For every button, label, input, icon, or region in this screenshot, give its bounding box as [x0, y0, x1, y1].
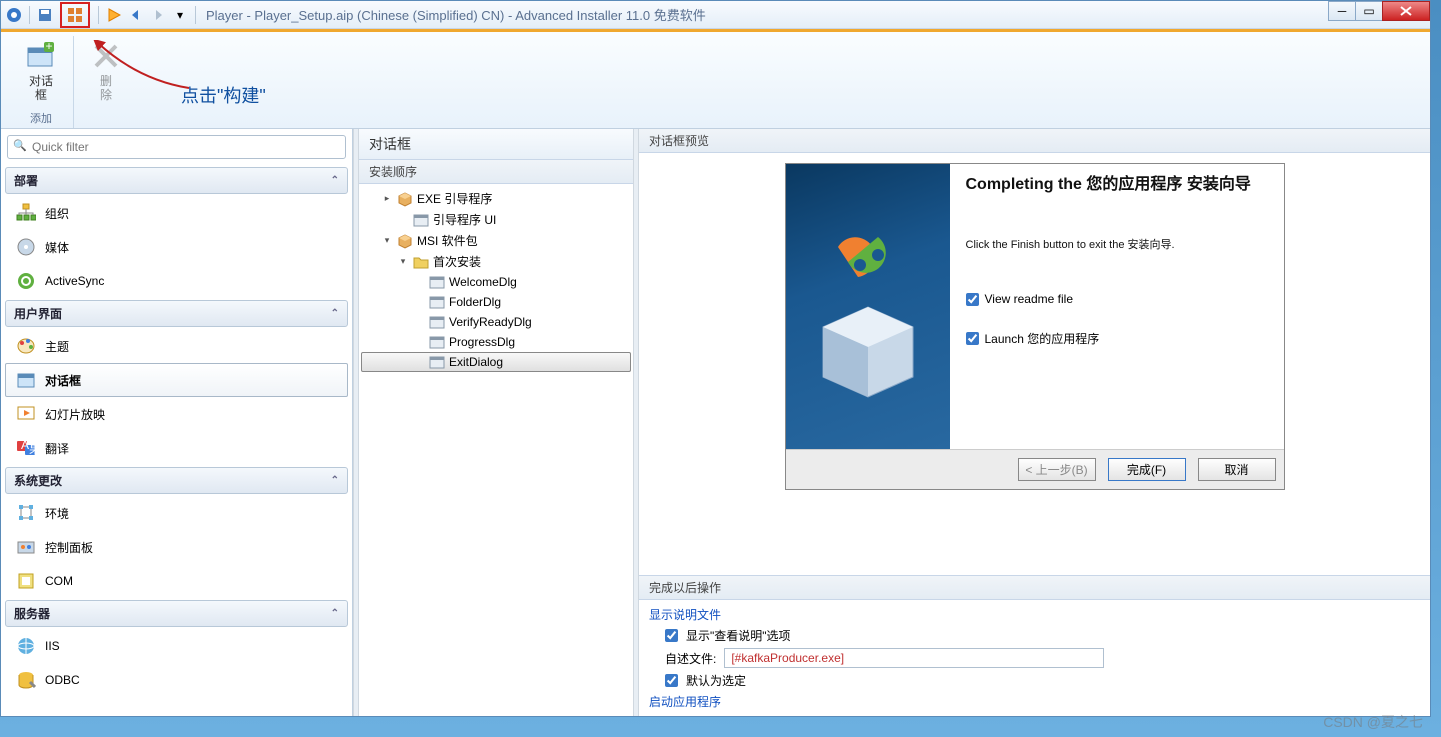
- run-icon[interactable]: [105, 6, 123, 24]
- tree-item[interactable]: FolderDlg: [361, 292, 631, 312]
- category-header[interactable]: 用户界面⌃: [5, 300, 348, 327]
- sync-icon: [15, 270, 37, 292]
- svg-text:果: 果: [29, 442, 36, 456]
- cpl-icon: [15, 536, 37, 558]
- translate-icon: A果: [15, 437, 37, 459]
- readme-file-field[interactable]: [#kafkaProducer.exe]: [724, 648, 1104, 668]
- window-title: Player - Player_Setup.aip (Chinese (Simp…: [206, 5, 706, 24]
- dlg-icon: [429, 294, 445, 310]
- ribbon-group-add: 添加: [30, 110, 52, 128]
- default-selected-label: 默认为选定: [686, 672, 746, 689]
- readme-file-label: 自述文件:: [665, 650, 716, 667]
- box-icon: [397, 191, 413, 207]
- tree-item[interactable]: 引导程序 UI: [361, 209, 631, 230]
- delete-button[interactable]: 删 除: [82, 36, 130, 106]
- tree-item[interactable]: VerifyReadyDlg: [361, 312, 631, 332]
- nav-item-com[interactable]: COM: [5, 564, 348, 598]
- iis-icon: [15, 635, 37, 657]
- tree-item[interactable]: ▸EXE 引导程序: [361, 188, 631, 209]
- slide-icon: [15, 403, 37, 425]
- com-icon: [15, 570, 37, 592]
- svg-text:+: +: [45, 42, 52, 53]
- nav-item-cpl[interactable]: 控制面板: [5, 530, 348, 564]
- dialog-banner-image: [786, 164, 950, 449]
- dialog-preview: Completing the 您的应用程序 安装向导 Click the Fin…: [785, 163, 1285, 490]
- nav-item-translate[interactable]: A果翻译: [5, 431, 348, 465]
- dialog-button[interactable]: + 对话 框: [17, 36, 65, 106]
- show-readme-option-label: 显示"查看说明"选项: [686, 627, 791, 644]
- tree-item[interactable]: ProgressDlg: [361, 332, 631, 352]
- org-icon: [15, 202, 37, 224]
- maximize-button[interactable]: ▭: [1355, 1, 1383, 21]
- preview-title: 对话框预览: [639, 129, 1430, 153]
- dlg-icon: [429, 274, 445, 290]
- dlg-icon: [429, 314, 445, 330]
- category-header[interactable]: 服务器⌃: [5, 600, 348, 627]
- annotation-text: 点击"构建": [181, 82, 266, 108]
- media-icon: [15, 236, 37, 258]
- ribbon: + 对话 框 添加 删 除 点击"构建": [1, 29, 1430, 129]
- forward-icon[interactable]: [149, 6, 167, 24]
- dlg-icon: [413, 212, 429, 228]
- close-button[interactable]: [1382, 1, 1430, 21]
- category-header[interactable]: 系统更改⌃: [5, 467, 348, 494]
- theme-icon: [15, 335, 37, 357]
- nav-item-dialog[interactable]: 对话框: [5, 363, 348, 397]
- delete-icon: [90, 40, 122, 72]
- dropdown-icon[interactable]: ▾: [171, 6, 189, 24]
- tree-item[interactable]: WelcomeDlg: [361, 272, 631, 292]
- tree-title: 对话框: [359, 129, 633, 160]
- dialog-body-text: Click the Finish button to exit the 安装向导…: [966, 236, 1268, 252]
- preview-panel: 对话框预览 Completing the 您的应用程序 安装向导 Click t…: [639, 129, 1430, 716]
- show-readme-option-checkbox[interactable]: [665, 629, 678, 642]
- back-icon[interactable]: [127, 6, 145, 24]
- left-navigation: 部署⌃组织媒体ActiveSync用户界面⌃主题对话框幻灯片放映A果翻译系统更改…: [1, 129, 353, 716]
- nav-item-org[interactable]: 组织: [5, 196, 348, 230]
- category-header[interactable]: 部署⌃: [5, 167, 348, 194]
- minimize-button[interactable]: ─: [1328, 1, 1356, 21]
- launch-app-checkbox[interactable]: Launch 您的应用程序: [966, 330, 1268, 347]
- dialog-add-icon: +: [25, 40, 57, 72]
- title-bar: ▾ Player - Player_Setup.aip (Chinese (Si…: [1, 1, 1430, 29]
- odbc-icon: [15, 669, 37, 691]
- save-icon[interactable]: [36, 6, 54, 24]
- svg-text:A: A: [21, 438, 29, 452]
- post-actions-title: 完成以后操作: [639, 576, 1430, 600]
- launch-app-section[interactable]: 启动应用程序: [649, 693, 1420, 710]
- tree-expander-icon[interactable]: ▸: [381, 193, 393, 204]
- build-icon[interactable]: [66, 6, 84, 24]
- default-selected-checkbox[interactable]: [665, 674, 678, 687]
- build-button-highlight: [60, 2, 90, 28]
- back-button[interactable]: < 上一步(B): [1018, 458, 1096, 481]
- env-icon: [15, 502, 37, 524]
- tree-panel: 对话框 安装顺序 ▸EXE 引导程序引导程序 UI▾MSI 软件包▾首次安装We…: [359, 129, 633, 716]
- tree-item[interactable]: ▾MSI 软件包: [361, 230, 631, 251]
- tree-subtitle: 安装顺序: [359, 160, 633, 184]
- folder-icon: [413, 254, 429, 270]
- tree-item[interactable]: ▾首次安装: [361, 251, 631, 272]
- view-readme-checkbox[interactable]: View readme file: [966, 292, 1268, 306]
- nav-item-slide[interactable]: 幻灯片放映: [5, 397, 348, 431]
- app-icon: [5, 6, 23, 24]
- nav-item-media[interactable]: 媒体: [5, 230, 348, 264]
- dialog-heading: Completing the 您的应用程序 安装向导: [966, 174, 1268, 196]
- tree-item[interactable]: ExitDialog: [361, 352, 631, 372]
- tree-expander-icon[interactable]: ▾: [397, 256, 409, 267]
- tree-expander-icon[interactable]: ▾: [381, 235, 393, 246]
- install-sequence-tree: ▸EXE 引导程序引导程序 UI▾MSI 软件包▾首次安装WelcomeDlgF…: [359, 184, 633, 716]
- dlg-icon: [429, 354, 445, 370]
- nav-item-iis[interactable]: IIS: [5, 629, 348, 663]
- quick-filter-input[interactable]: [7, 135, 346, 159]
- show-readme-section[interactable]: 显示说明文件: [649, 606, 1420, 623]
- nav-item-odbc[interactable]: ODBC: [5, 663, 348, 697]
- box-icon: [397, 233, 413, 249]
- nav-item-env[interactable]: 环境: [5, 496, 348, 530]
- dlg-icon: [429, 334, 445, 350]
- cancel-button[interactable]: 取消: [1198, 458, 1276, 481]
- nav-item-sync[interactable]: ActiveSync: [5, 264, 348, 298]
- dialog-icon: [15, 369, 37, 391]
- finish-button[interactable]: 完成(F): [1108, 458, 1186, 481]
- nav-item-theme[interactable]: 主题: [5, 329, 348, 363]
